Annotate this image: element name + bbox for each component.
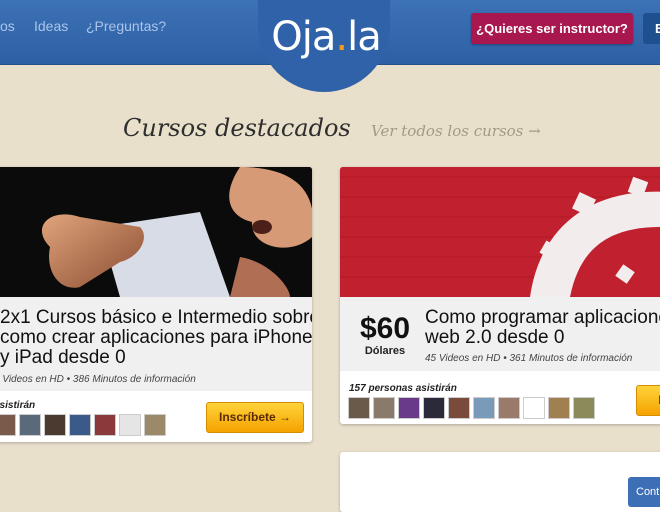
login-button[interactable]: E: [643, 13, 660, 44]
avatar[interactable]: [19, 414, 41, 436]
attendee-avatars: [348, 397, 595, 419]
avatar[interactable]: [44, 414, 66, 436]
avatar[interactable]: [94, 414, 116, 436]
course-title[interactable]: 2x1 Cursos básico e Intermedio sobre com…: [0, 308, 312, 368]
attendance-label: 157 personas asistirán: [349, 383, 457, 394]
avatar[interactable]: [144, 414, 166, 436]
attendee-avatars: [0, 414, 166, 436]
logo[interactable]: Oja.la: [270, 14, 382, 60]
avatar[interactable]: [473, 397, 495, 419]
avatar[interactable]: [348, 397, 370, 419]
enroll-button[interactable]: Ins: [636, 385, 660, 416]
course-card[interactable]: 2x1 Cursos básico e Intermedio sobre com…: [0, 167, 312, 442]
avatar[interactable]: [0, 414, 16, 436]
top-header: os Ideas ¿Preguntas? Oja.la ¿Quieres ser…: [0, 0, 660, 92]
course-image[interactable]: [340, 167, 660, 297]
course-card[interactable]: Cont: [340, 452, 660, 512]
course-card[interactable]: $60 Dólares Como programar aplicaciones …: [340, 167, 660, 424]
avatar[interactable]: [523, 397, 545, 419]
course-title[interactable]: Como programar aplicaciones web 2.0 desd…: [425, 308, 660, 348]
course-image[interactable]: [0, 167, 312, 297]
price-amount: $60: [359, 312, 411, 345]
price-tag: $60 Dólares: [352, 312, 418, 358]
avatar[interactable]: [498, 397, 520, 419]
nav-link-preguntas[interactable]: ¿Preguntas?: [86, 18, 166, 34]
continue-button[interactable]: Cont: [628, 477, 660, 507]
attendance-label: asistirán: [0, 400, 36, 411]
avatar[interactable]: [373, 397, 395, 419]
nav-link-ideas[interactable]: Ideas: [34, 18, 68, 34]
become-instructor-button[interactable]: ¿Quieres ser instructor?: [471, 13, 633, 44]
avatar[interactable]: [119, 414, 141, 436]
avatar[interactable]: [69, 414, 91, 436]
course-meta: 45 Videos en HD • 361 Minutos de informa…: [425, 353, 633, 364]
avatar[interactable]: [423, 397, 445, 419]
course-meta: 7 Videos en HD • 386 Minutos de informac…: [0, 374, 196, 385]
avatar[interactable]: [448, 397, 470, 419]
avatar[interactable]: [573, 397, 595, 419]
avatar[interactable]: [398, 397, 420, 419]
nav-link-cursos[interactable]: os: [0, 18, 15, 34]
avatar[interactable]: [548, 397, 570, 419]
enroll-button[interactable]: Inscríbete →: [206, 402, 304, 433]
see-all-courses-link[interactable]: Ver todos los cursos →: [371, 122, 541, 140]
section-title: Cursos destacados: [123, 114, 351, 142]
price-unit: Dólares: [364, 345, 406, 357]
